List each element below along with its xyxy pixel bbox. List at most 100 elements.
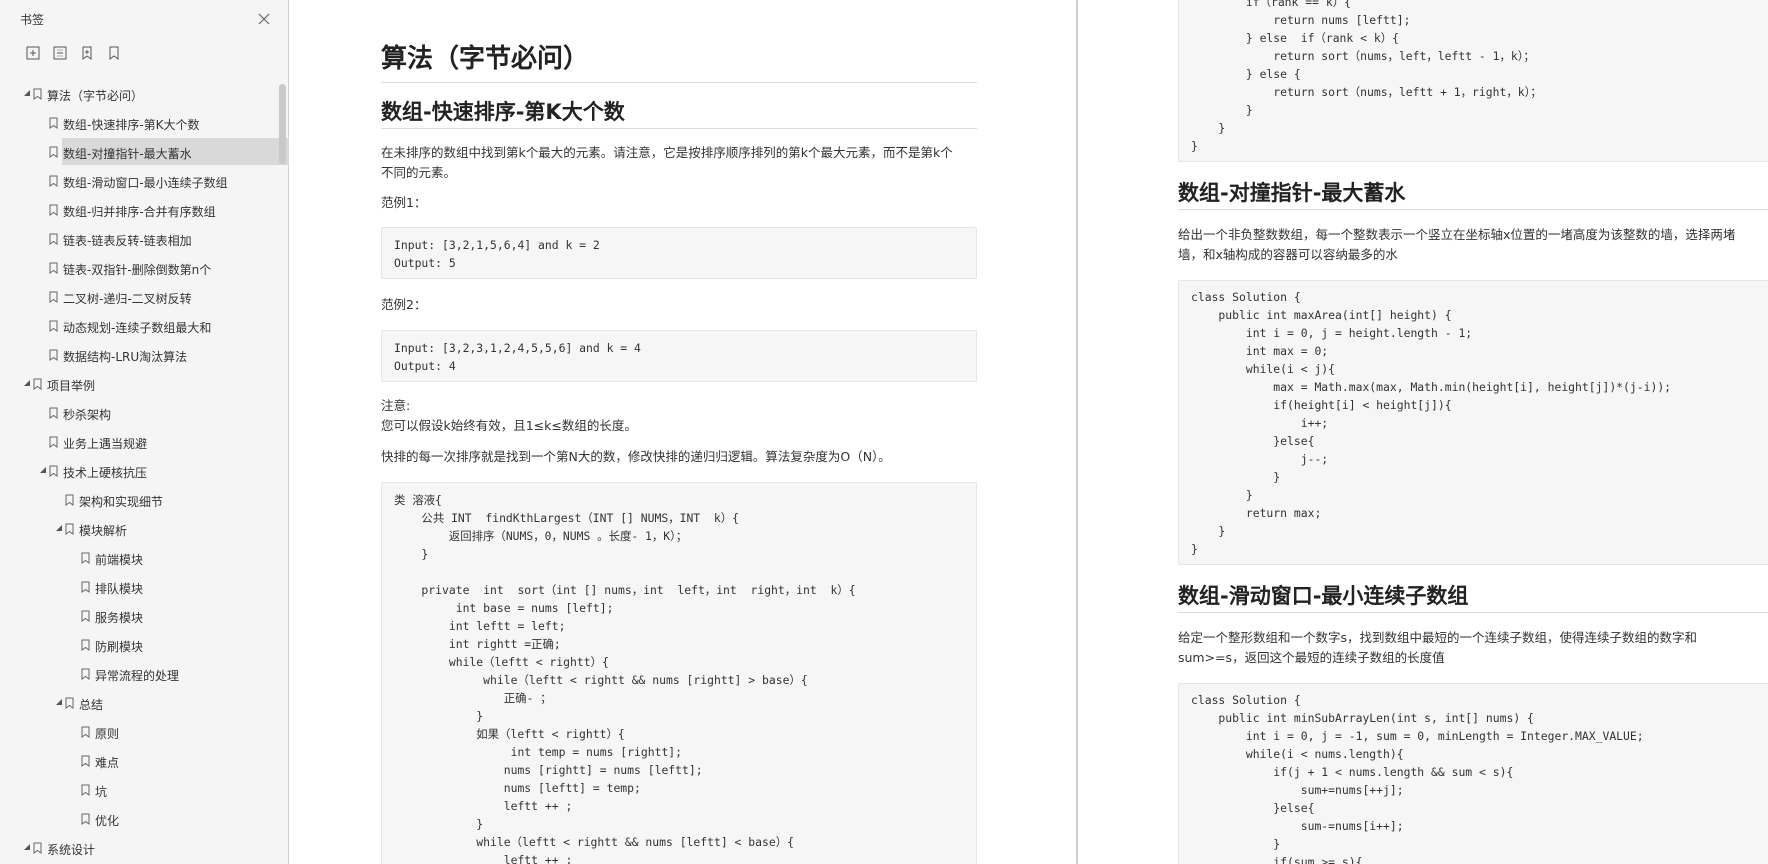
- bookmark-label: 服务模块: [95, 611, 144, 625]
- bookmark-item[interactable]: 二叉树-递归-二叉树反转: [0, 283, 278, 312]
- code-line: return sort（nums，left，leftt - 1，k）；: [1191, 49, 1535, 63]
- code-line: Input: [3,2,3,1,2,4,5,5,6] and k = 4: [394, 341, 641, 355]
- expand-all-icon[interactable]: [24, 44, 42, 62]
- bookmark-item[interactable]: 难点: [0, 747, 278, 776]
- bookmark-icon: [32, 378, 43, 390]
- bookmark-icon: [64, 523, 75, 535]
- bookmark-icon: [48, 262, 59, 274]
- bookmark-item[interactable]: 数组-归并排序-合并有序数组: [0, 196, 278, 225]
- code-line: nums [leftt] = temp;: [394, 781, 641, 795]
- section-description: 给出一个非负整数数组，每一个整数表示一个竖立在坐标轴x位置的一堵高度为该整数的墙…: [1178, 225, 1768, 265]
- page-1: 算法（字节必问） 数组-快速排序-第K大个数 在未排序的数组中找到第k个最大的元…: [289, 0, 1076, 864]
- bookmark-icon: [48, 146, 59, 158]
- expand-toggle-icon[interactable]: [54, 524, 64, 534]
- code-line: }: [1191, 139, 1198, 153]
- bookmark-item[interactable]: 技术上硬核抗压: [0, 457, 278, 486]
- code-line: int temp = nums [rightt];: [394, 745, 683, 759]
- code-line: 类 溶液{: [394, 493, 442, 507]
- divider: [1178, 209, 1768, 210]
- max-area-code-block: class Solution { public int maxArea(int[…: [1178, 280, 1768, 565]
- expand-toggle-icon[interactable]: [22, 843, 32, 853]
- bookmark-item[interactable]: 排队模块: [0, 573, 278, 602]
- bookmark-label: 动态规划-连续子数组最大和: [63, 321, 212, 335]
- bookmark-label: 业务上遇当规避: [63, 437, 148, 451]
- code-line: }: [1191, 542, 1198, 556]
- code-line: if（rank == k）{: [1191, 0, 1351, 9]
- page-2: if（rank == k）{ return nums [leftt]; } el…: [1078, 0, 1768, 864]
- code-line: return max;: [1191, 506, 1322, 520]
- bookmark-item[interactable]: 系统设计: [0, 834, 278, 863]
- bookmark-item[interactable]: 动态规划-连续子数组最大和: [0, 312, 278, 341]
- code-line: sum-=nums[i++];: [1191, 819, 1404, 833]
- bookmarks-panel: 书签 算法（字节必问） 数组-快速排序-第K大个数 数组-对撞指针-最大蓄水数组-滑…: [0, 0, 289, 864]
- expand-toggle-icon[interactable]: [54, 698, 64, 708]
- bookmark-icon: [80, 610, 91, 622]
- bookmark-item[interactable]: 链表-链表反转-链表相加: [0, 225, 278, 254]
- bookmark-item[interactable]: 数组-快速排序-第K大个数: [0, 109, 278, 138]
- code-line: nums [rightt] = nums [leftt];: [394, 763, 703, 777]
- code-line: int i = 0, j = height.length - 1;: [1191, 326, 1473, 340]
- section-title: 数组-对撞指针-最大蓄水: [1178, 181, 1406, 205]
- code-line: int i = 0, j = -1, sum = 0, minLength = …: [1191, 729, 1644, 743]
- code-line: }: [1191, 524, 1226, 538]
- bookmark-item[interactable]: 原则: [0, 718, 278, 747]
- bookmark-item[interactable]: 数组-滑动窗口-最小连续子数组: [0, 167, 278, 196]
- example1-code-block: Input: [3,2,1,5,6,4] and k = 2 Output: 5: [381, 227, 977, 279]
- close-icon[interactable]: [256, 11, 272, 27]
- bookmark-icon[interactable]: [105, 44, 123, 62]
- bookmark-item[interactable]: 模块解析: [0, 515, 278, 544]
- bookmark-label: 数组-滑动窗口-最小连续子数组: [63, 176, 228, 190]
- code-line: i++;: [1191, 416, 1329, 430]
- bookmarks-panel-title: 书签: [20, 13, 45, 27]
- bookmark-item[interactable]: 秒杀架构: [0, 399, 278, 428]
- code-line: }: [394, 547, 429, 561]
- bookmark-item[interactable]: 优化: [0, 805, 278, 834]
- divider: [381, 82, 977, 83]
- bookmark-item[interactable]: 数据结构-LRU淘汰算法: [0, 341, 278, 370]
- bookmark-icon: [48, 291, 59, 303]
- code-line: }: [394, 709, 484, 723]
- bookmark-label: 架构和实现细节: [79, 495, 164, 509]
- bookmark-item[interactable]: 数组-对撞指针-最大蓄水: [0, 138, 289, 167]
- code-line: public int minSubArrayLen(int s, int[] n…: [1191, 711, 1534, 725]
- bookmark-item[interactable]: 项目举例: [0, 370, 278, 399]
- code-line: j--;: [1191, 452, 1329, 466]
- code-line: }else{: [1191, 801, 1315, 815]
- bookmark-icon: [64, 494, 75, 506]
- code-line: }: [394, 817, 484, 831]
- expand-toggle-icon[interactable]: [22, 89, 32, 99]
- collapse-all-icon[interactable]: [51, 44, 69, 62]
- code-line: if(j + 1 < nums.length && sum < s){: [1191, 765, 1514, 779]
- bookmark-label: 优化: [95, 814, 120, 828]
- bookmark-item[interactable]: 前端模块: [0, 544, 278, 573]
- bookmark-item[interactable]: 总结: [0, 689, 278, 718]
- code-line: Output: 4: [394, 359, 456, 373]
- bookmark-label: 链表-双指针-删除倒数第n个: [63, 263, 212, 277]
- intro-line: 不同的元素。: [381, 165, 457, 180]
- bookmark-icon: [80, 581, 91, 593]
- bookmark-icon: [80, 726, 91, 738]
- code-line: } else if（rank < k）{: [1191, 31, 1399, 45]
- sidebar-scrollbar[interactable]: [279, 84, 286, 164]
- bookmark-label: 排队模块: [95, 582, 144, 596]
- add-bookmark-icon[interactable]: [78, 44, 96, 62]
- bookmark-icon: [48, 407, 59, 419]
- bookmark-item[interactable]: 异常流程的处理: [0, 660, 278, 689]
- expand-toggle-icon[interactable]: [38, 466, 48, 476]
- code-line: while(i < nums.length){: [1191, 747, 1404, 761]
- bookmark-item[interactable]: 架构和实现细节: [0, 486, 278, 515]
- bookmark-item[interactable]: 链表-双指针-删除倒数第n个: [0, 254, 278, 283]
- expand-toggle-icon[interactable]: [22, 379, 32, 389]
- code-line: Output: 5: [394, 256, 456, 270]
- bookmark-icon: [80, 639, 91, 651]
- bookmark-item[interactable]: 算法（字节必问）: [0, 80, 278, 109]
- bookmark-item[interactable]: 防刷模块: [0, 631, 278, 660]
- bookmark-item[interactable]: 服务模块: [0, 602, 278, 631]
- bookmark-label: 防刷模块: [95, 640, 144, 654]
- bookmark-label: 坑: [95, 785, 108, 799]
- bookmark-item[interactable]: 坑: [0, 776, 278, 805]
- bookmark-item[interactable]: 业务上遇当规避: [0, 428, 278, 457]
- bookmark-label: 总结: [79, 698, 104, 712]
- bookmark-label: 难点: [95, 756, 120, 770]
- bookmark-label: 模块解析: [79, 524, 128, 538]
